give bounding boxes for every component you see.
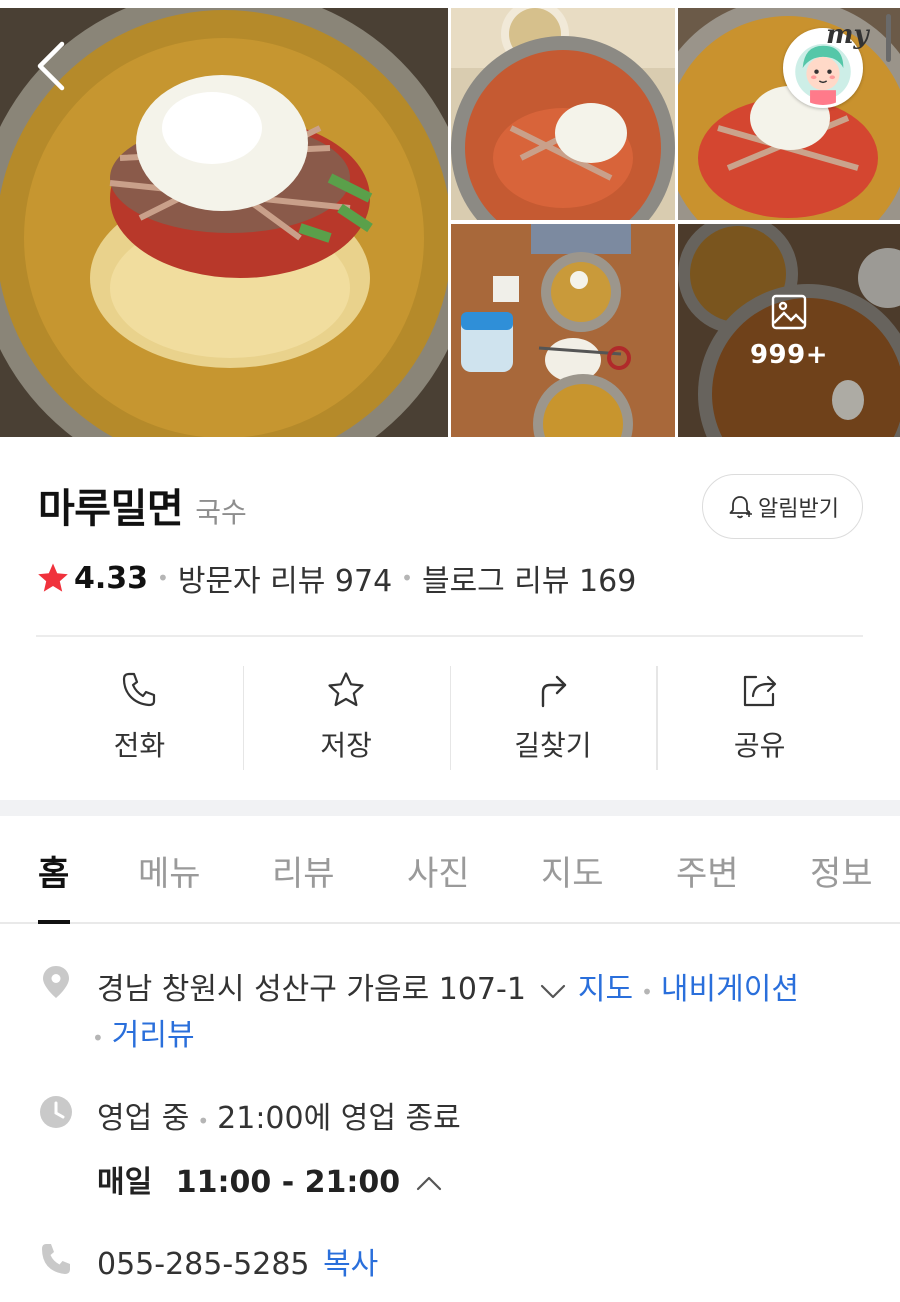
tab-info[interactable]: 정보 xyxy=(810,846,873,895)
share-label: 공유 xyxy=(733,729,786,762)
visitor-reviews-link[interactable]: 방문자 리뷰 974 xyxy=(178,556,392,600)
phone-row: 055-285-5285 복사 xyxy=(97,1239,378,1283)
business-status: 영업 중 xyxy=(97,1101,190,1136)
star-outline-icon xyxy=(328,672,364,707)
scrollbar-thumb[interactable] xyxy=(886,14,891,62)
business-status-row: 영업 중 • 21:00에 영업 종료 xyxy=(97,1093,461,1137)
map-link[interactable]: 지도 xyxy=(578,972,633,1007)
phone-icon xyxy=(123,672,156,707)
place-title-row: 마루밀면 국수 xyxy=(38,476,247,534)
share-button[interactable]: 공유 xyxy=(656,664,863,770)
rating-row: 4.33 • 방문자 리뷰 974 • 블로그 리뷰 169 xyxy=(36,556,636,600)
divider xyxy=(36,635,863,637)
separator-dot: • xyxy=(92,1026,104,1050)
place-name: 마루밀면 xyxy=(38,486,184,532)
navigation-link[interactable]: 내비게이션 xyxy=(661,972,799,1007)
save-label: 저장 xyxy=(320,729,372,762)
call-label: 전화 xyxy=(113,729,166,762)
phone-number[interactable]: 055-285-5285 xyxy=(97,1247,310,1282)
gallery-photo-more[interactable]: 999+ xyxy=(678,224,900,437)
tab-home[interactable]: 홈 xyxy=(38,846,69,895)
active-tab-indicator xyxy=(38,920,70,924)
location-pin-icon xyxy=(43,966,69,998)
blog-reviews-link[interactable]: 블로그 리뷰 169 xyxy=(422,556,636,600)
photo-gallery: 999+ my xyxy=(0,0,900,437)
back-button[interactable] xyxy=(30,36,74,96)
copy-phone-button[interactable]: 복사 xyxy=(323,1247,378,1282)
business-hours-row[interactable]: 매일 11:00 - 21:00 xyxy=(97,1157,454,1201)
business-status-detail: 21:00에 영업 종료 xyxy=(217,1101,461,1136)
my-label: my xyxy=(826,20,869,50)
gallery-photo[interactable] xyxy=(451,8,675,220)
hours-time: 11:00 - 21:00 xyxy=(175,1165,401,1200)
separator-dot: • xyxy=(401,566,413,590)
chevron-left-icon xyxy=(37,41,65,91)
separator-dot: • xyxy=(197,1109,210,1133)
clock-icon xyxy=(40,1096,72,1128)
more-photos-count: 999+ xyxy=(749,339,829,370)
notification-subscribe-button[interactable]: 알림받기 xyxy=(702,474,863,539)
chevron-down-icon[interactable] xyxy=(536,974,570,1008)
directions-button[interactable]: 길찾기 xyxy=(449,664,657,770)
chevron-up-icon[interactable] xyxy=(412,1167,446,1201)
hours-day: 매일 xyxy=(97,1165,153,1200)
tab-map[interactable]: 지도 xyxy=(541,846,604,895)
save-button[interactable]: 저장 xyxy=(242,664,450,770)
separator-dot: • xyxy=(157,566,169,590)
star-filled-icon xyxy=(38,563,68,592)
bell-plus-icon xyxy=(729,495,753,518)
phone-filled-icon xyxy=(42,1244,70,1274)
tab-bar: 홈 메뉴 리뷰 사진 지도 주변 정보 xyxy=(0,816,900,924)
directions-icon xyxy=(541,675,567,708)
call-button[interactable]: 전화 xyxy=(36,664,243,770)
street-view-link[interactable]: 거리뷰 xyxy=(112,1018,195,1053)
separator-dot: • xyxy=(641,980,653,1004)
notification-subscribe-label: 알림받기 xyxy=(758,496,839,522)
tab-nearby[interactable]: 주변 xyxy=(676,846,739,895)
rating-score: 4.33 xyxy=(74,560,149,596)
address-text: 경남 창원시 성산구 가음로 107-1 xyxy=(97,972,526,1007)
street-view-row: • 거리뷰 xyxy=(92,1010,195,1054)
action-bar: 전화 저장 길찾기 공유 xyxy=(36,664,863,770)
tab-photos[interactable]: 사진 xyxy=(407,846,470,895)
place-category: 국수 xyxy=(195,496,247,529)
directions-label: 길찾기 xyxy=(514,729,592,762)
image-icon xyxy=(771,294,807,329)
address-row: 경남 창원시 성산구 가음로 107-1 지도 • 내비게이션 xyxy=(97,964,799,1008)
share-icon xyxy=(743,675,776,707)
more-photos-overlay: 999+ xyxy=(678,224,900,437)
tab-reviews[interactable]: 리뷰 xyxy=(272,846,335,895)
gallery-photo[interactable] xyxy=(451,224,675,437)
section-divider xyxy=(0,800,900,816)
tab-menu[interactable]: 메뉴 xyxy=(138,846,201,895)
